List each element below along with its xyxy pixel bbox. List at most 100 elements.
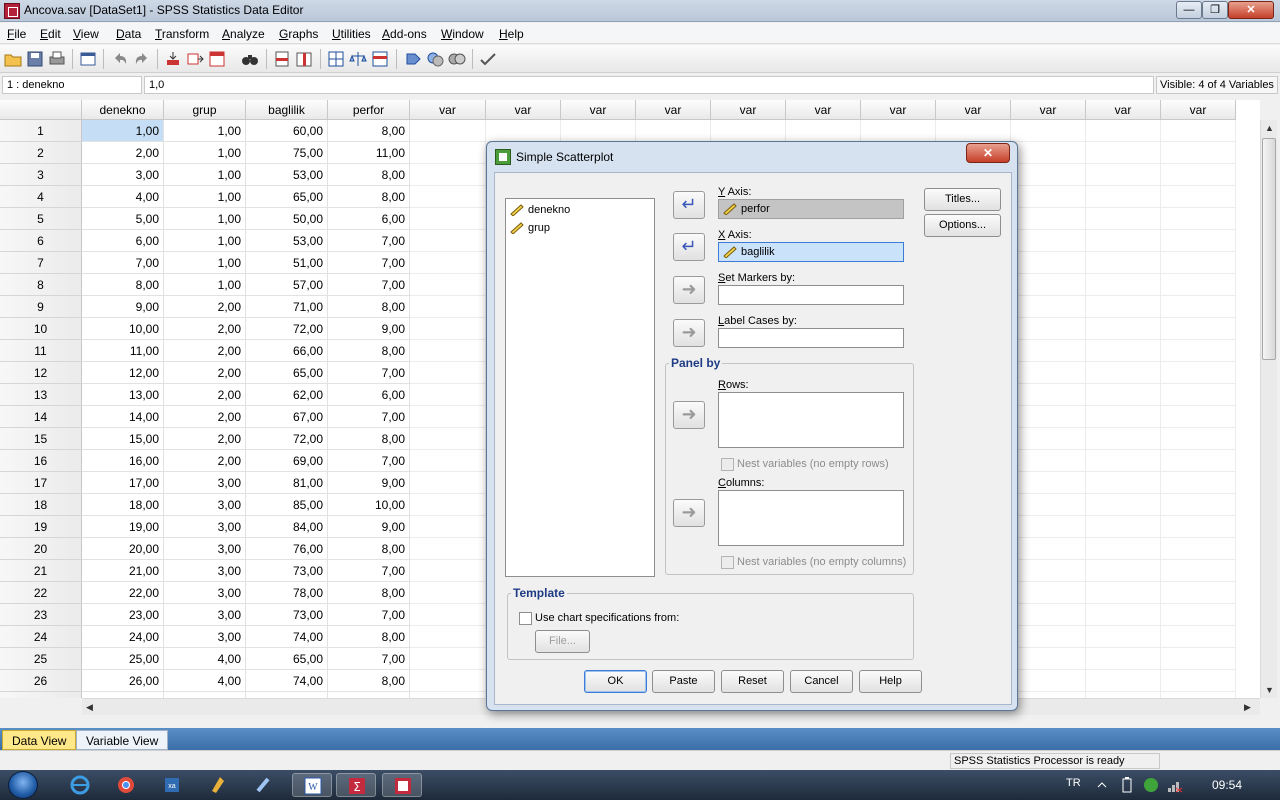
empty-cell[interactable] xyxy=(561,120,636,142)
empty-cell[interactable] xyxy=(1161,648,1236,670)
dialog-recall-icon[interactable] xyxy=(79,50,97,68)
empty-cell[interactable] xyxy=(410,296,486,318)
empty-cell[interactable] xyxy=(1011,384,1086,406)
row-header[interactable]: 25 xyxy=(0,648,82,670)
value-labels-icon[interactable] xyxy=(404,50,422,68)
table-cell[interactable]: 2,00 xyxy=(164,406,246,428)
empty-cell[interactable] xyxy=(410,494,486,516)
empty-cell[interactable] xyxy=(1011,186,1086,208)
variables-icon[interactable] xyxy=(208,50,226,68)
menu-help[interactable]: Help xyxy=(499,27,524,41)
row-header[interactable]: 23 xyxy=(0,604,82,626)
move-to-markers-button[interactable]: ➜ xyxy=(673,276,705,304)
nest-columns-checkbox[interactable] xyxy=(721,556,734,569)
table-cell[interactable]: 3,00 xyxy=(82,164,164,186)
empty-cell[interactable] xyxy=(1161,428,1236,450)
empty-cell[interactable] xyxy=(1161,604,1236,626)
move-to-x-axis-button[interactable]: ↵ xyxy=(673,233,705,261)
table-cell[interactable]: 1,00 xyxy=(164,186,246,208)
row-header[interactable]: 26 xyxy=(0,670,82,692)
row-header[interactable]: 3 xyxy=(0,164,82,186)
table-cell[interactable]: 3,00 xyxy=(164,560,246,582)
row-header[interactable]: 27 xyxy=(0,692,82,698)
table-cell[interactable]: 2,00 xyxy=(164,296,246,318)
empty-cell[interactable] xyxy=(410,384,486,406)
empty-cell[interactable] xyxy=(1011,230,1086,252)
table-cell[interactable]: 25,00 xyxy=(82,648,164,670)
row-header[interactable]: 6 xyxy=(0,230,82,252)
reset-button[interactable]: Reset xyxy=(721,670,784,693)
empty-cell[interactable] xyxy=(1086,164,1161,186)
empty-cell[interactable] xyxy=(486,120,561,142)
table-cell[interactable]: 69,00 xyxy=(246,450,328,472)
move-to-rows-button[interactable]: ➜ xyxy=(673,401,705,429)
utorrent-icon[interactable] xyxy=(1142,775,1160,795)
table-cell[interactable]: 85,00 xyxy=(246,494,328,516)
menu-analyze[interactable]: Analyze xyxy=(222,27,265,41)
row-header[interactable]: 7 xyxy=(0,252,82,274)
table-cell[interactable]: 6,00 xyxy=(328,384,410,406)
table-cell[interactable]: 2,00 xyxy=(164,340,246,362)
empty-cell[interactable] xyxy=(1011,274,1086,296)
empty-cell[interactable] xyxy=(861,120,936,142)
row-header[interactable]: 14 xyxy=(0,406,82,428)
empty-cell[interactable] xyxy=(1086,560,1161,582)
row-header[interactable]: 9 xyxy=(0,296,82,318)
table-cell[interactable]: 7,00 xyxy=(82,252,164,274)
empty-cell[interactable] xyxy=(410,538,486,560)
empty-cell[interactable] xyxy=(1161,538,1236,560)
source-variable-list[interactable]: denekno grup xyxy=(505,198,655,577)
empty-cell[interactable] xyxy=(1161,472,1236,494)
empty-cell[interactable] xyxy=(1086,186,1161,208)
empty-cell[interactable] xyxy=(1011,494,1086,516)
table-cell[interactable]: 66,00 xyxy=(246,340,328,362)
table-cell[interactable]: 7,00 xyxy=(328,362,410,384)
taskbar-word-button[interactable]: W xyxy=(292,773,332,797)
empty-cell[interactable] xyxy=(410,604,486,626)
empty-cell[interactable] xyxy=(1086,538,1161,560)
row-header[interactable]: 24 xyxy=(0,626,82,648)
table-cell[interactable]: 8,00 xyxy=(328,120,410,142)
table-cell[interactable]: 9,00 xyxy=(328,516,410,538)
table-cell[interactable]: 7,00 xyxy=(328,560,410,582)
table-cell[interactable]: 72,00 xyxy=(246,318,328,340)
table-cell[interactable]: 2,00 xyxy=(82,142,164,164)
table-cell[interactable]: 10,00 xyxy=(82,318,164,340)
empty-cell[interactable] xyxy=(1161,274,1236,296)
column-header-var[interactable]: var xyxy=(1086,100,1161,120)
empty-cell[interactable] xyxy=(1086,362,1161,384)
empty-cell[interactable] xyxy=(410,450,486,472)
table-cell[interactable]: 4,00 xyxy=(164,670,246,692)
row-header[interactable]: 17 xyxy=(0,472,82,494)
table-cell[interactable]: 3,00 xyxy=(164,582,246,604)
table-cell[interactable]: 24,00 xyxy=(82,626,164,648)
column-header-var[interactable]: var xyxy=(936,100,1011,120)
empty-cell[interactable] xyxy=(410,582,486,604)
panel-columns-field[interactable] xyxy=(718,490,904,546)
set-markers-field[interactable] xyxy=(718,285,904,305)
move-to-y-axis-button[interactable]: ↵ xyxy=(673,191,705,219)
column-header-var[interactable]: var xyxy=(1161,100,1236,120)
tray-expand-icon[interactable] xyxy=(1096,778,1108,792)
table-cell[interactable]: 12,00 xyxy=(82,362,164,384)
empty-cell[interactable] xyxy=(1011,560,1086,582)
row-header[interactable]: 15 xyxy=(0,428,82,450)
table-cell[interactable]: 53,00 xyxy=(246,230,328,252)
empty-cell[interactable] xyxy=(410,142,486,164)
help-button[interactable]: Help xyxy=(859,670,922,693)
row-header[interactable]: 19 xyxy=(0,516,82,538)
table-cell[interactable]: 9,00 xyxy=(328,318,410,340)
column-header-var[interactable]: var xyxy=(410,100,486,120)
empty-cell[interactable] xyxy=(1161,560,1236,582)
empty-cell[interactable] xyxy=(1011,142,1086,164)
empty-cell[interactable] xyxy=(1086,252,1161,274)
empty-cell[interactable] xyxy=(1011,604,1086,626)
scroll-right-arrow-icon[interactable]: ▶ xyxy=(1244,702,1251,713)
empty-cell[interactable] xyxy=(1011,252,1086,274)
row-header[interactable]: 18 xyxy=(0,494,82,516)
battery-icon[interactable] xyxy=(1120,776,1134,794)
table-cell[interactable]: 2,00 xyxy=(164,318,246,340)
menu-window[interactable]: Window xyxy=(441,27,484,41)
empty-cell[interactable] xyxy=(410,274,486,296)
empty-cell[interactable] xyxy=(1161,384,1236,406)
